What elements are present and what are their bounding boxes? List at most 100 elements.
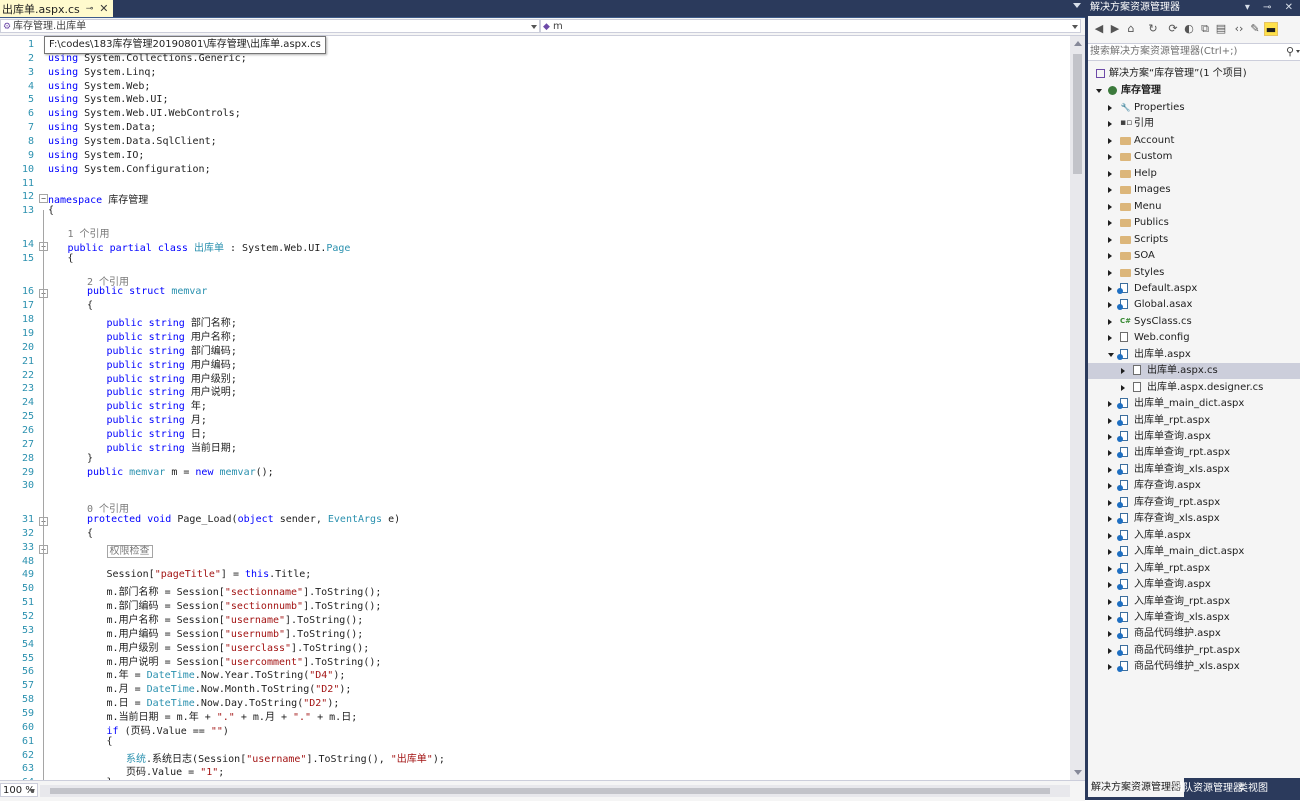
collapse-arrow-icon[interactable] xyxy=(1108,352,1114,357)
tree-solution-root[interactable]: 解决方案“库存管理”(1 个项目) xyxy=(1088,66,1300,82)
chevron-down-icon[interactable] xyxy=(1296,50,1300,53)
expand-arrow-icon[interactable] xyxy=(1108,170,1112,177)
tree-item[interactable]: Help xyxy=(1088,166,1300,182)
tree-item[interactable]: 入库单查询.aspx xyxy=(1088,577,1300,593)
tree-item[interactable]: 入库单查询_rpt.aspx xyxy=(1088,594,1300,610)
tree-item[interactable]: 商品代码维护.aspx xyxy=(1088,626,1300,642)
expand-arrow-icon[interactable] xyxy=(1108,582,1112,589)
expand-arrow-icon[interactable] xyxy=(1108,335,1112,342)
solution-search-input[interactable]: 搜索解决方案资源管理器(Ctrl+;) ⚲ xyxy=(1088,44,1300,61)
expand-arrow-icon[interactable] xyxy=(1108,532,1112,539)
tree-item[interactable]: Web.config xyxy=(1088,330,1300,346)
expand-arrow-icon[interactable] xyxy=(1108,450,1112,457)
tree-item[interactable]: 库存查询_xls.aspx xyxy=(1088,511,1300,527)
tree-item[interactable]: Styles xyxy=(1088,265,1300,281)
tree-item[interactable]: 出库单_rpt.aspx xyxy=(1088,413,1300,429)
expand-arrow-icon[interactable] xyxy=(1108,269,1112,276)
expand-arrow-icon[interactable] xyxy=(1108,401,1112,408)
tree-item[interactable]: Custom xyxy=(1088,149,1300,165)
expand-arrow-icon[interactable] xyxy=(1108,434,1112,440)
expand-arrow-icon[interactable] xyxy=(1108,565,1112,572)
expand-arrow-icon[interactable] xyxy=(1108,598,1112,605)
tree-item[interactable]: 出库单查询.aspx xyxy=(1088,429,1300,445)
expand-arrow-icon[interactable] xyxy=(1108,664,1112,671)
expand-arrow-icon[interactable] xyxy=(1108,137,1112,144)
close-tab-icon[interactable]: ✕ xyxy=(99,2,108,15)
expand-arrow-icon[interactable] xyxy=(1108,516,1112,523)
scroll-up-icon[interactable] xyxy=(1074,41,1082,46)
codelens-references[interactable]: 0 个引用 xyxy=(87,500,129,515)
code-text-area[interactable]: 1 using System; 2 using System.Collections.… xyxy=(0,36,1070,780)
tree-item[interactable]: 出库单.aspx.designer.cs xyxy=(1088,380,1300,396)
tree-item[interactable]: 🔧 Properties xyxy=(1088,100,1300,116)
tree-item[interactable]: Scripts xyxy=(1088,232,1300,248)
pin-icon[interactable]: ⊸ xyxy=(86,4,94,14)
tree-project-root[interactable]: 库存管理 xyxy=(1088,83,1300,99)
tree-item[interactable]: 库存查询.aspx xyxy=(1088,478,1300,494)
expand-arrow-icon[interactable] xyxy=(1121,384,1125,391)
sync-icon[interactable]: ↻ xyxy=(1146,22,1160,36)
expand-arrow-icon[interactable] xyxy=(1108,417,1112,424)
tree-item[interactable]: 库存查询_rpt.aspx xyxy=(1088,495,1300,511)
expand-arrow-icon[interactable] xyxy=(1108,499,1112,506)
zoom-dropdown[interactable]: 100 % xyxy=(0,783,38,797)
expand-arrow-icon[interactable] xyxy=(1108,121,1112,128)
preview-selected-icon[interactable]: ▬ xyxy=(1264,22,1278,36)
tree-item[interactable]: Images xyxy=(1088,182,1300,198)
collapsed-region-label[interactable]: 权限检查 xyxy=(106,544,153,558)
tree-item[interactable]: ▪▫ 引用 xyxy=(1088,116,1300,132)
search-icon[interactable]: ⚲ xyxy=(1286,44,1294,60)
collapse-region-icon[interactable]: − xyxy=(39,194,48,204)
expand-arrow-icon[interactable] xyxy=(1108,614,1112,621)
pending-changes-icon[interactable]: ◐ xyxy=(1182,22,1196,36)
tree-item[interactable]: 出库单.aspx.cs xyxy=(1088,363,1300,380)
back-icon[interactable]: ◀ xyxy=(1092,22,1106,36)
view-code-icon[interactable]: ‹› xyxy=(1232,22,1246,36)
expand-arrow-icon[interactable] xyxy=(1108,318,1112,325)
tree-item[interactable]: Publics xyxy=(1088,215,1300,231)
expand-arrow-icon[interactable] xyxy=(1108,549,1112,556)
forward-icon[interactable]: ▶ xyxy=(1108,22,1122,36)
tab-overflow-icon[interactable] xyxy=(1073,3,1081,8)
tree-item[interactable]: 入库单_main_dict.aspx xyxy=(1088,544,1300,560)
class-dropdown[interactable]: ⚙ 库存管理.出库单 xyxy=(0,19,540,33)
expand-arrow-icon[interactable] xyxy=(1108,631,1112,638)
tree-item[interactable]: 出库单_main_dict.aspx xyxy=(1088,396,1300,412)
expand-arrow-icon[interactable] xyxy=(1108,253,1112,260)
codelens-references[interactable]: 1 个引用 xyxy=(68,225,110,240)
tree-item[interactable]: 出库单.aspx xyxy=(1088,347,1300,363)
expand-arrow-icon[interactable] xyxy=(1108,483,1112,490)
properties-wrench-icon[interactable]: ✎ xyxy=(1248,22,1262,36)
expand-arrow-icon[interactable] xyxy=(1108,285,1112,292)
tree-item[interactable]: 出库单查询_rpt.aspx xyxy=(1088,445,1300,461)
expand-arrow-icon[interactable] xyxy=(1108,203,1112,210)
scrollbar-thumb[interactable] xyxy=(1073,54,1082,174)
home-icon[interactable]: ⌂ xyxy=(1124,22,1138,36)
expand-arrow-icon[interactable] xyxy=(1108,220,1112,227)
window-buttons[interactable]: ▾ ⊸ ✕ xyxy=(1245,0,1298,16)
tree-item[interactable]: 商品代码维护_xls.aspx xyxy=(1088,659,1300,675)
expand-arrow-icon[interactable] xyxy=(1108,302,1112,309)
expand-arrow-icon[interactable] xyxy=(1096,89,1102,93)
tree-item[interactable]: 出库单查询_xls.aspx xyxy=(1088,462,1300,478)
tree-item[interactable]: 入库单.aspx xyxy=(1088,528,1300,544)
tree-item[interactable]: C# SysClass.cs xyxy=(1088,314,1300,330)
member-dropdown[interactable]: ◆ m xyxy=(540,19,1081,33)
expand-arrow-icon[interactable] xyxy=(1108,466,1112,473)
horizontal-scrollbar[interactable] xyxy=(40,785,1070,797)
expand-arrow-icon[interactable] xyxy=(1108,236,1112,243)
tree-item[interactable]: 入库单查询_xls.aspx xyxy=(1088,610,1300,626)
scroll-down-icon[interactable] xyxy=(1074,770,1082,775)
codelens-references[interactable]: 2 个引用 xyxy=(87,273,129,288)
expand-arrow-icon[interactable] xyxy=(1108,647,1112,654)
tree-item[interactable]: Account xyxy=(1088,133,1300,149)
tree-item[interactable]: Default.aspx xyxy=(1088,281,1300,297)
collapse-all-icon[interactable]: ⧉ xyxy=(1198,22,1212,36)
tree-item[interactable]: SOA xyxy=(1088,248,1300,264)
expand-arrow-icon[interactable] xyxy=(1108,105,1112,111)
tree-item[interactable]: 商品代码维护_rpt.aspx xyxy=(1088,643,1300,659)
document-tab[interactable]: 出库单.aspx.cs ⊸ ✕ xyxy=(0,0,113,17)
show-all-files-icon[interactable]: ▤ xyxy=(1214,22,1228,36)
expand-arrow-icon[interactable] xyxy=(1108,154,1112,161)
tree-item[interactable]: Menu xyxy=(1088,199,1300,215)
